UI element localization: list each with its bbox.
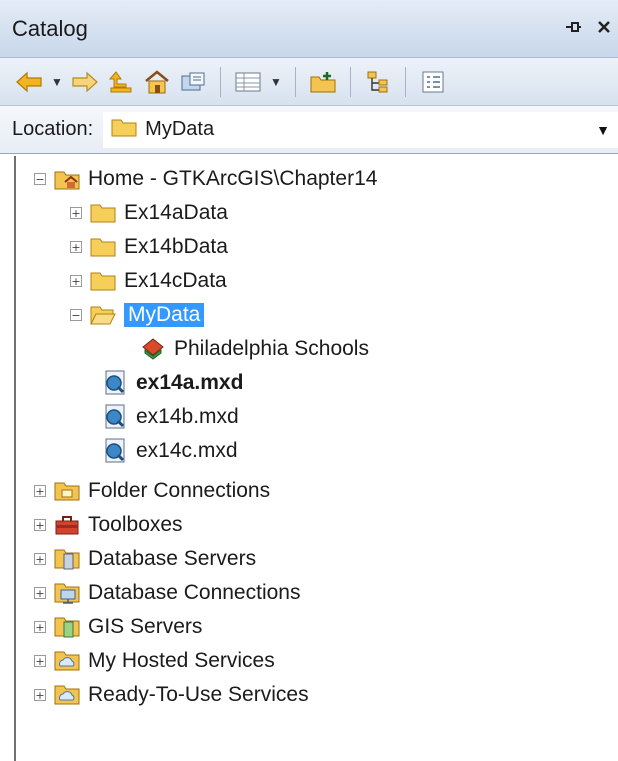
tree-node-ready-to-use-services[interactable]: + Ready-To-Use Services bbox=[34, 678, 309, 712]
toolbar-separator bbox=[295, 66, 296, 97]
tree-node-label: ex14c.mxd bbox=[136, 439, 238, 462]
title-actions bbox=[564, 18, 618, 40]
up-level-icon[interactable] bbox=[106, 67, 136, 97]
database-connection-icon bbox=[54, 581, 80, 605]
collapse-toggle[interactable]: − bbox=[70, 309, 82, 321]
map-document-icon bbox=[102, 370, 128, 395]
toggle-contents-icon[interactable] bbox=[178, 67, 208, 97]
folder-connections-icon bbox=[54, 479, 80, 503]
tree-node-home[interactable]: − Home - GTKArcGIS\Chapter14 bbox=[34, 162, 377, 196]
folder-icon bbox=[90, 235, 116, 259]
expand-toggle[interactable]: + bbox=[70, 241, 82, 253]
tree-node-dataset[interactable]: Philadelphia Schools bbox=[140, 332, 369, 366]
database-server-icon bbox=[54, 547, 80, 571]
tree-node-mxd[interactable]: ex14c.mxd bbox=[102, 434, 238, 468]
map-document-icon bbox=[102, 438, 128, 463]
tree-node-gis-servers[interactable]: + GIS Servers bbox=[34, 610, 202, 644]
tree-node-label: ex14b.mxd bbox=[136, 405, 239, 428]
tree-node-label: Ex14aData bbox=[124, 201, 228, 224]
tree-node-label: Philadelphia Schools bbox=[174, 337, 369, 360]
window-title: Catalog bbox=[12, 15, 88, 41]
tree-node-my-hosted-services[interactable]: + My Hosted Services bbox=[34, 644, 275, 678]
catalog-panel: Catalog ▼ ▼ Location: MyData ▼ − Home - … bbox=[0, 0, 618, 761]
location-label: Location: bbox=[12, 118, 94, 140]
view-dropdown-arrow[interactable]: ▼ bbox=[269, 75, 283, 89]
catalog-toolbar: ▼ ▼ bbox=[0, 58, 618, 106]
open-folder-icon bbox=[90, 303, 116, 327]
location-combobox[interactable]: MyData ▼ bbox=[103, 111, 618, 148]
expand-toggle[interactable]: + bbox=[34, 519, 46, 531]
tree-node-database-connections[interactable]: + Database Connections bbox=[34, 576, 300, 610]
tree-node-label: Ex14bData bbox=[124, 235, 228, 258]
home-folder-icon bbox=[54, 167, 80, 191]
tree-node-label: MyData bbox=[124, 303, 205, 327]
folder-icon bbox=[111, 117, 137, 143]
tree-node-folder-connections[interactable]: + Folder Connections bbox=[34, 474, 270, 508]
expand-toggle[interactable]: + bbox=[34, 553, 46, 565]
location-bar: Location: MyData ▼ bbox=[0, 106, 618, 154]
connect-folder-icon[interactable] bbox=[308, 67, 338, 97]
tree-node-label: My Hosted Services bbox=[88, 649, 275, 672]
folder-icon bbox=[90, 201, 116, 225]
expand-toggle[interactable]: + bbox=[34, 689, 46, 701]
toolbar-separator bbox=[350, 66, 351, 97]
collapse-toggle[interactable]: − bbox=[34, 173, 46, 185]
toolbar-separator bbox=[220, 66, 221, 97]
point-feature-class-icon bbox=[140, 337, 166, 361]
tree-node-mxd[interactable]: ex14b.mxd bbox=[102, 400, 239, 434]
expand-toggle[interactable]: + bbox=[70, 275, 82, 287]
expand-toggle[interactable]: + bbox=[34, 587, 46, 599]
gis-server-icon bbox=[54, 615, 80, 639]
tree-node-database-servers[interactable]: + Database Servers bbox=[34, 542, 256, 576]
map-document-icon bbox=[102, 404, 128, 429]
tree-node-label: Ready-To-Use Services bbox=[88, 683, 309, 706]
tree-view-icon[interactable] bbox=[363, 67, 393, 97]
tree-node-mydata[interactable]: − MyData bbox=[70, 298, 205, 332]
expand-toggle[interactable]: + bbox=[34, 621, 46, 633]
catalog-tree: − Home - GTKArcGIS\Chapter14 + Ex14aData… bbox=[14, 156, 616, 761]
forward-arrow-icon[interactable] bbox=[70, 67, 100, 97]
expand-toggle[interactable]: + bbox=[70, 207, 82, 219]
tree-node-label: Folder Connections bbox=[88, 479, 271, 502]
tree-node-label: ex14a.mxd bbox=[136, 371, 244, 394]
hosted-services-icon bbox=[54, 649, 80, 673]
tree-node-folder[interactable]: + Ex14cData bbox=[70, 264, 227, 298]
back-arrow-icon[interactable] bbox=[14, 67, 44, 97]
tree-node-label: Database Connections bbox=[88, 581, 301, 604]
ready-services-icon bbox=[54, 683, 80, 707]
location-value: MyData bbox=[145, 118, 215, 140]
folder-icon bbox=[90, 269, 116, 293]
pin-icon[interactable] bbox=[564, 18, 582, 40]
tree-node-label: Database Servers bbox=[88, 547, 257, 570]
toolbox-icon bbox=[54, 513, 80, 537]
tree-node-toolboxes[interactable]: + Toolboxes bbox=[34, 508, 183, 542]
title-bar: Catalog bbox=[0, 0, 618, 58]
toolbar-separator bbox=[405, 66, 406, 97]
tree-node-label: Toolboxes bbox=[88, 513, 183, 536]
location-dropdown-arrow[interactable]: ▼ bbox=[588, 122, 618, 138]
tree-node-label: GIS Servers bbox=[88, 615, 203, 638]
close-icon[interactable] bbox=[596, 19, 612, 39]
tree-node-label: Home - GTKArcGIS\Chapter14 bbox=[88, 167, 378, 190]
expand-toggle[interactable]: + bbox=[34, 655, 46, 667]
view-options-icon[interactable] bbox=[233, 67, 263, 97]
back-dropdown-arrow[interactable]: ▼ bbox=[50, 75, 64, 89]
home-folder-icon[interactable] bbox=[142, 67, 172, 97]
tree-node-label: Ex14cData bbox=[124, 269, 227, 292]
tree-node-folder[interactable]: + Ex14aData bbox=[70, 196, 228, 230]
tree-node-mxd[interactable]: ex14a.mxd bbox=[102, 366, 243, 400]
expand-toggle[interactable]: + bbox=[34, 485, 46, 497]
options-icon[interactable] bbox=[418, 67, 448, 97]
tree-node-folder[interactable]: + Ex14bData bbox=[70, 230, 228, 264]
